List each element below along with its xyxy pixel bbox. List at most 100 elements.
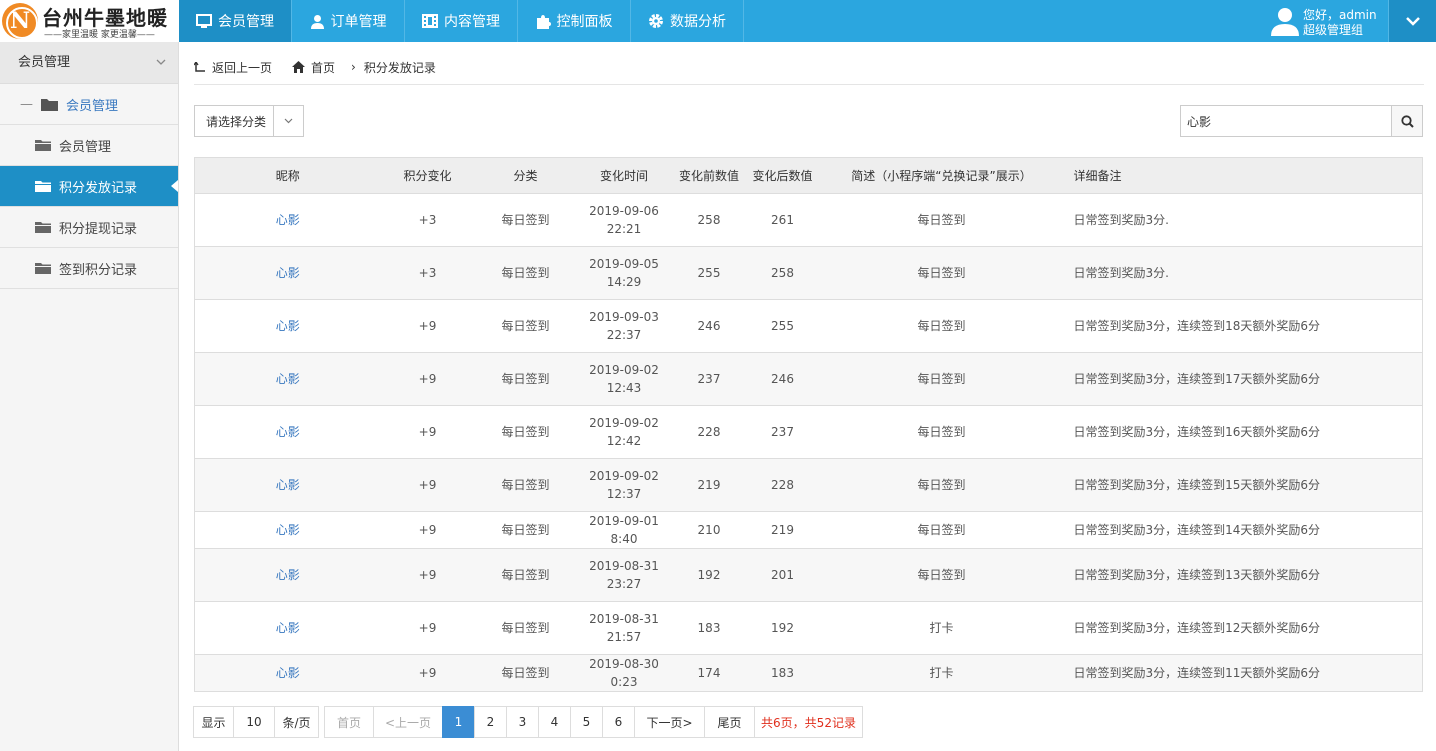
- page-button[interactable]: 1: [442, 706, 475, 738]
- user-info[interactable]: 您好，admin 超级管理组: [1268, 0, 1388, 42]
- before-value: 258: [671, 193, 747, 247]
- nav-label: 内容管理: [444, 14, 500, 30]
- sidebar-item-points-grant[interactable]: 积分发放记录: [0, 166, 178, 207]
- category-cell: 每日签到: [474, 511, 577, 549]
- category-cell: 每日签到: [474, 352, 577, 406]
- page-button[interactable]: 5: [570, 706, 603, 738]
- sidebar-item-label: 积分提现记录: [59, 221, 138, 237]
- time-clock: 12:37: [606, 487, 642, 501]
- after-value: 261: [746, 193, 819, 247]
- before-value: 237: [671, 352, 747, 406]
- after-value: 219: [746, 511, 819, 549]
- breadcrumb-separator: ›: [351, 60, 356, 74]
- time-clock: 21:57: [606, 630, 642, 644]
- points-change: +9: [380, 654, 475, 692]
- summary-cell: 每日签到: [818, 548, 1065, 602]
- summary-cell: 每日签到: [818, 511, 1065, 549]
- sidebar-item-points-withdraw[interactable]: 积分提现记录: [0, 207, 178, 248]
- category-select[interactable]: 请选择分类: [194, 105, 304, 137]
- nickname-link[interactable]: 心影: [194, 458, 381, 512]
- table-row: 心影 +9 每日签到 2019-09-03 22:37 246 255 每日签到 日常签到奖励3…: [194, 299, 1423, 353]
- after-value: 255: [746, 299, 819, 353]
- main-nav: 会员管理 订单管理 内容管理 控制面板 数据分析: [179, 0, 744, 42]
- page-button[interactable]: 6: [602, 706, 635, 738]
- top-bar: N 台州牛墨地暖 ——家里温暖 家更温馨—— 会员管理 订单管理 内容管理 控制…: [0, 0, 1436, 42]
- nickname-link[interactable]: 心影: [194, 352, 381, 406]
- table-row: 心影 +9 每日签到 2019-09-01 8:40 210 219 每日签到 日常签到奖励3…: [194, 511, 1423, 549]
- search-button[interactable]: [1391, 106, 1422, 136]
- home-link[interactable]: 首页: [292, 59, 341, 76]
- folder-icon: [41, 98, 58, 111]
- nickname-link[interactable]: 心影: [194, 654, 381, 692]
- note-cell: 日常签到奖励3分，连续签到15天额外奖励6分: [1064, 458, 1423, 512]
- points-change: +9: [380, 299, 475, 353]
- sidebar-item-checkin-points[interactable]: 签到积分记录: [0, 248, 178, 289]
- nickname-link[interactable]: 心影: [194, 405, 381, 459]
- logo[interactable]: N 台州牛墨地暖 ——家里温暖 家更温馨——: [0, 0, 179, 42]
- time-clock: 14:29: [606, 275, 642, 289]
- nav-content[interactable]: 内容管理: [405, 0, 518, 42]
- pager-unit-label: 条/页: [274, 706, 319, 738]
- summary-cell: 每日签到: [818, 458, 1065, 512]
- col-header: 积分变化: [380, 157, 475, 194]
- select-arrow: [273, 106, 303, 136]
- points-change: +9: [380, 511, 475, 549]
- before-value: 174: [671, 654, 747, 692]
- search-icon: [1400, 114, 1414, 128]
- category-cell: 每日签到: [474, 246, 577, 300]
- breadcrumb: 返回上一页 首页 › 积分发放记录: [194, 56, 442, 78]
- nav-order[interactable]: 订单管理: [292, 0, 405, 42]
- sidebar-header[interactable]: 会员管理: [0, 42, 178, 84]
- user-role: 超级管理组: [1303, 23, 1364, 37]
- nickname-link[interactable]: 心影: [194, 601, 381, 655]
- page-button[interactable]: 2: [474, 706, 507, 738]
- nav-control-panel[interactable]: 控制面板: [518, 0, 631, 42]
- sidebar-group-member[interactable]: — 会员管理: [0, 84, 178, 125]
- before-value: 228: [671, 405, 747, 459]
- time-clock: 12:43: [606, 381, 642, 395]
- nickname-link[interactable]: 心影: [194, 511, 381, 549]
- table-row: 心影 +9 每日签到 2019-09-02 12:37 219 228 每日签到 日常签到奖励3…: [194, 458, 1423, 512]
- chevron-down-icon: [284, 118, 293, 124]
- before-value: 246: [671, 299, 747, 353]
- col-header: 简述（小程序端“兑换记录”展示）: [818, 157, 1065, 194]
- back-link[interactable]: 返回上一页: [194, 59, 286, 76]
- note-cell: 日常签到奖励3分，连续签到13天额外奖励6分: [1064, 548, 1423, 602]
- time-cell: 2019-09-05 14:29: [576, 246, 672, 300]
- sidebar-item-label: 会员管理: [59, 139, 112, 155]
- after-value: 258: [746, 246, 819, 300]
- after-value: 183: [746, 654, 819, 692]
- time-date: 2019-09-05: [589, 257, 659, 271]
- before-value: 219: [671, 458, 747, 512]
- next-page-button[interactable]: 下一页>: [634, 706, 705, 738]
- time-cell: 2019-09-02 12:37: [576, 458, 672, 512]
- page-button[interactable]: 4: [538, 706, 571, 738]
- first-page-button[interactable]: 首页: [324, 706, 374, 738]
- prev-page-button[interactable]: <上一页: [373, 706, 443, 738]
- page-size-select[interactable]: 10: [233, 706, 275, 738]
- last-page-button[interactable]: 尾页: [704, 706, 755, 738]
- page-button[interactable]: 3: [506, 706, 539, 738]
- nickname-link[interactable]: 心影: [194, 299, 381, 353]
- note-cell: 日常签到奖励3分，连续签到11天额外奖励6分: [1064, 654, 1423, 692]
- puzzle-icon: [536, 14, 551, 29]
- search-input[interactable]: [1181, 106, 1392, 136]
- after-value: 192: [746, 601, 819, 655]
- time-clock: 22:21: [606, 222, 642, 236]
- sidebar-item-member[interactable]: 会员管理: [0, 125, 178, 166]
- category-select-label: 请选择分类: [206, 114, 267, 129]
- summary-cell: 打卡: [818, 654, 1065, 692]
- nav-data-analysis[interactable]: 数据分析: [631, 0, 744, 42]
- search-box: [1180, 105, 1423, 137]
- summary-cell: 每日签到: [818, 352, 1065, 406]
- points-table: 昵称 积分变化 分类 变化时间 变化前数值 变化后数值 简述（小程序端“兑换记录…: [194, 157, 1423, 692]
- nickname-link[interactable]: 心影: [194, 246, 381, 300]
- table-row: 心影 +3 每日签到 2019-09-05 14:29 255 258 每日签到 日常签到奖励3…: [194, 246, 1423, 300]
- user-menu-toggle[interactable]: [1388, 0, 1436, 42]
- nickname-link[interactable]: 心影: [194, 193, 381, 247]
- time-date: 2019-09-02: [589, 363, 659, 377]
- home-label: 首页: [311, 60, 336, 75]
- nickname-link[interactable]: 心影: [194, 548, 381, 602]
- nav-label: 数据分析: [670, 14, 726, 30]
- nav-member[interactable]: 会员管理: [179, 0, 292, 42]
